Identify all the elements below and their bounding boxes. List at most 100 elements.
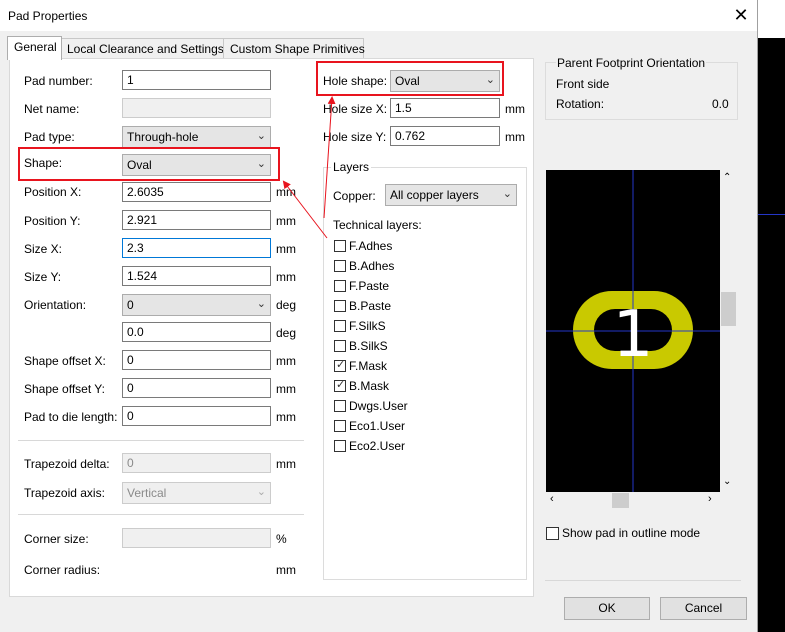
layer-checkbox-b-mask[interactable]: ✓ B.Mask (333, 379, 513, 397)
layer-checkbox-f-adhes[interactable]: F.Adhes (333, 239, 513, 257)
layer-checkbox-f-paste[interactable]: F.Paste (333, 279, 513, 297)
trapezoid-delta-unit: mm (276, 457, 296, 471)
chevron-down-icon: ⌄ (256, 486, 266, 498)
checkbox-icon[interactable] (334, 440, 346, 452)
layer-checkbox-b-paste[interactable]: B.Paste (333, 299, 513, 317)
corner-size-unit: % (276, 532, 287, 546)
layer-checkbox-dwgs-user[interactable]: Dwgs.User (333, 399, 513, 417)
orientation-label: Orientation: (24, 298, 87, 312)
scrollbar-thumb[interactable] (612, 493, 629, 508)
checkbox-icon[interactable] (334, 420, 346, 432)
hole-size-y-unit: mm (505, 130, 525, 144)
chevron-down-icon: ⌄ (502, 188, 512, 200)
shape-offset-y-unit: mm (276, 382, 296, 396)
rotation-label: Rotation: (556, 97, 605, 111)
scrollbar-thumb[interactable] (721, 292, 736, 326)
corner-size-input (122, 528, 271, 548)
footprint-side: Front side (556, 77, 610, 91)
shape-offset-x-input[interactable]: 0 (122, 350, 271, 370)
shape-highlight-box (18, 147, 280, 181)
trapezoid-delta-label: Trapezoid delta: (24, 457, 110, 471)
checkbox-icon[interactable] (334, 300, 346, 312)
copper-layers-select[interactable]: All copper layers ⌄ (385, 184, 517, 206)
rotation-value: 0.0 (712, 97, 729, 111)
checkbox-icon[interactable] (334, 280, 346, 292)
layer-checkbox-eco2-user[interactable]: Eco2.User (333, 439, 513, 457)
layer-checkbox-f-silks[interactable]: F.SilkS (333, 319, 513, 337)
scroll-left-icon[interactable]: ‹ (550, 493, 554, 505)
hole-shape-highlight-box (316, 61, 504, 96)
checkbox-icon[interactable]: ✓ (334, 379, 346, 392)
title-bar: Pad Properties ✕ (0, 0, 757, 31)
cancel-button[interactable]: Cancel (660, 597, 747, 620)
layer-checkbox-b-adhes[interactable]: B.Adhes (333, 259, 513, 277)
position-y-input[interactable]: 2.921 (122, 210, 271, 230)
pad-to-die-label: Pad to die length: (24, 410, 118, 424)
chevron-down-icon: ⌄ (256, 298, 266, 310)
position-y-label: Position Y: (24, 214, 81, 228)
preview-horizontal-scrollbar[interactable]: ‹ › (546, 492, 720, 509)
tab-local-clearance[interactable]: Local Clearance and Settings (60, 38, 224, 59)
checkbox-icon[interactable] (334, 340, 346, 352)
pad-number-text: 1 (613, 298, 654, 372)
layer-label: F.Adhes (349, 239, 393, 253)
separator (18, 514, 304, 515)
arrow-to-shape (282, 180, 328, 239)
position-x-input[interactable]: 2.6035 (122, 182, 271, 202)
corner-radius-label: Corner radius: (24, 563, 101, 577)
orientation-value: 0 (127, 298, 134, 312)
scroll-down-icon[interactable]: ⌄ (723, 476, 731, 487)
checkbox-icon[interactable] (334, 260, 346, 272)
window-title: Pad Properties (8, 9, 88, 23)
outline-mode-label: Show pad in outline mode (562, 526, 701, 540)
layer-label: Eco1.User (349, 419, 406, 433)
checkbox-icon[interactable]: ✓ (334, 359, 346, 372)
layer-label: Eco2.User (349, 439, 406, 453)
outline-mode-checkbox[interactable]: Show pad in outline mode (545, 526, 735, 542)
layer-checkbox-b-silks[interactable]: B.SilkS (333, 339, 513, 357)
tab-custom-shape-primitives[interactable]: Custom Shape Primitives (223, 38, 365, 59)
checkbox-icon[interactable] (334, 240, 346, 252)
ok-button[interactable]: OK (564, 597, 650, 620)
close-icon[interactable]: ✕ (731, 4, 751, 26)
size-y-unit: mm (276, 270, 296, 284)
size-y-input[interactable]: 1.524 (122, 266, 271, 286)
size-x-label: Size X: (24, 242, 63, 256)
chevron-down-icon: ⌄ (256, 130, 266, 142)
pad-preview-canvas[interactable]: 1 (546, 170, 720, 492)
layer-label: F.Mask (349, 359, 388, 373)
hole-size-y-input[interactable]: 0.762 (390, 126, 500, 146)
layer-checkbox-eco1-user[interactable]: Eco1.User (333, 419, 513, 437)
pad-properties-dialog: Pad Properties ✕ General Local Clearance… (0, 0, 758, 632)
shape-offset-x-unit: mm (276, 354, 296, 368)
background-canvas (757, 38, 785, 632)
pad-type-value: Through-hole (127, 130, 199, 144)
shape-offset-y-label: Shape offset Y: (24, 382, 105, 396)
layer-checkbox-f-mask[interactable]: ✓ F.Mask (333, 359, 513, 377)
checkbox-icon[interactable] (334, 320, 346, 332)
net-name-label: Net name: (24, 102, 80, 116)
checkbox-icon[interactable] (334, 400, 346, 412)
layer-label: F.Paste (349, 279, 390, 293)
annotation-arrows (282, 96, 336, 239)
size-x-input[interactable]: 2.3 (122, 238, 271, 258)
checkbox-icon[interactable] (546, 527, 559, 540)
size-y-label: Size Y: (24, 270, 62, 284)
tab-general[interactable]: General (7, 36, 62, 60)
layer-label: B.Mask (349, 379, 390, 393)
scroll-right-icon[interactable]: › (708, 493, 712, 505)
pad-number-input[interactable]: 1 (122, 70, 271, 90)
corner-radius-unit: mm (276, 563, 296, 577)
hole-size-x-input[interactable]: 1.5 (390, 98, 500, 118)
pad-type-select[interactable]: Through-hole ⌄ (122, 126, 271, 148)
technical-layers-label: Technical layers: (333, 218, 422, 232)
orientation-select[interactable]: 0 ⌄ (122, 294, 271, 316)
net-name-input (122, 98, 271, 118)
shape-offset-y-input[interactable]: 0 (122, 378, 271, 398)
preview-vertical-scrollbar[interactable]: ⌃ ⌄ (720, 170, 737, 492)
checkmark-icon: ✓ (336, 379, 346, 391)
pad-to-die-input[interactable]: 0 (122, 406, 271, 426)
scroll-up-icon[interactable]: ⌃ (723, 172, 731, 183)
pad-type-label: Pad type: (24, 130, 75, 144)
orientation-custom-input[interactable]: 0.0 (122, 322, 271, 342)
